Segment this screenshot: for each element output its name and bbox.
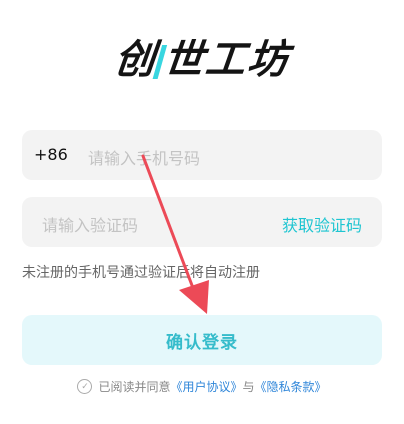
app-logo: 创世工坊 xyxy=(0,26,404,86)
country-code[interactable]: +86 xyxy=(34,145,68,164)
phone-input-row[interactable]: +86 请输入手机号码 xyxy=(22,130,382,180)
agreement-row: ✓ 已阅读并同意 《用户协议》 与 《隐私条款》 xyxy=(0,378,404,395)
user-agreement-link[interactable]: 《用户协议》 xyxy=(170,378,242,395)
code-input[interactable]: 请输入验证码 xyxy=(42,212,138,236)
agreement-prefix: 已阅读并同意 xyxy=(98,380,171,394)
phone-input[interactable]: 请输入手机号码 xyxy=(88,145,200,169)
code-input-row[interactable]: 请输入验证码 获取验证码 xyxy=(22,197,382,247)
agreement-and: 与 xyxy=(242,380,255,394)
arrow-head xyxy=(179,280,209,314)
logo-wordmark: 创世工坊 xyxy=(111,27,292,85)
logo-chars-right: 世工坊 xyxy=(160,37,292,83)
check-circle-icon[interactable]: ✓ xyxy=(77,379,93,394)
logo-char-left: 创 xyxy=(111,37,159,83)
auto-register-hint: 未注册的手机号通过验证后将自动注册 xyxy=(22,265,260,281)
confirm-login-button[interactable]: 确认登录 xyxy=(22,315,382,365)
privacy-policy-link[interactable]: 《隐私条款》 xyxy=(255,378,327,395)
get-code-button[interactable]: 获取验证码 xyxy=(282,212,362,236)
